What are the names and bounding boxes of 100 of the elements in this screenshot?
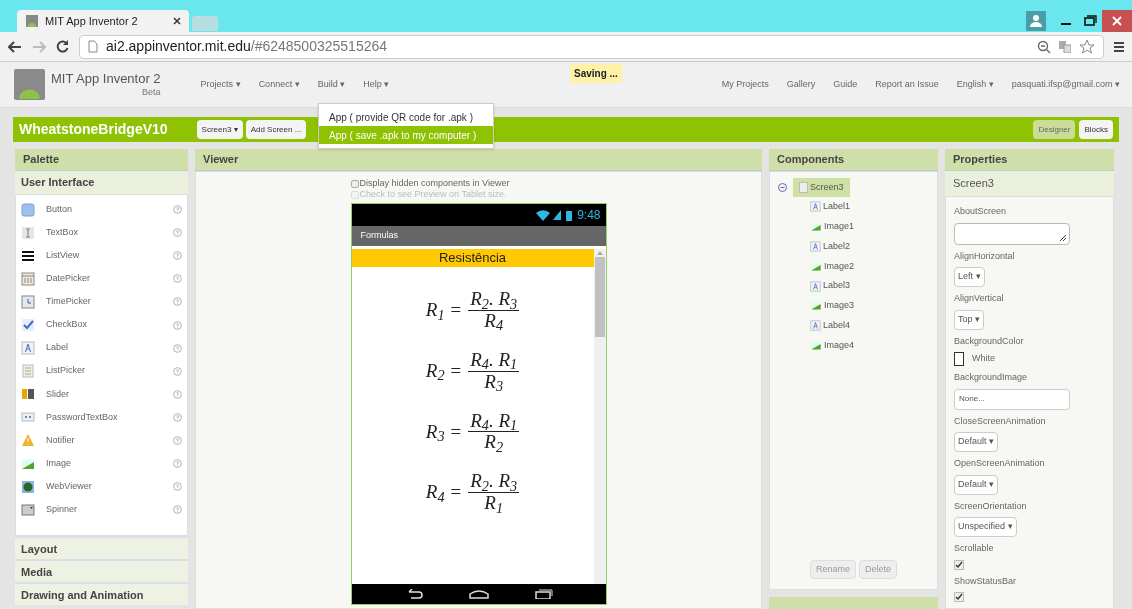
help-icon[interactable]	[173, 297, 182, 307]
star-icon[interactable]	[1079, 38, 1095, 55]
warning-icon	[21, 433, 35, 448]
palette-item[interactable]: Button	[16, 198, 187, 222]
property-label: AlignHorizontal	[954, 249, 1016, 263]
dropdown-icon	[21, 502, 35, 517]
palette-item[interactable]: TimePicker	[16, 290, 187, 314]
tree-item[interactable]: Image2	[810, 256, 937, 277]
palette-item[interactable]: Slider	[16, 382, 187, 406]
palette-item[interactable]: DatePicker	[16, 267, 187, 291]
forward-icon[interactable]	[32, 40, 46, 53]
globe-icon	[21, 479, 35, 494]
property-label: ShowStatusBar	[954, 574, 1018, 588]
dropdown-button[interactable]: Default ▾	[954, 474, 999, 495]
checkbox[interactable]	[350, 179, 359, 188]
scrollbar[interactable]	[593, 249, 606, 584]
image-icon	[810, 339, 822, 351]
help-icon[interactable]	[173, 412, 182, 422]
add-screen-button[interactable]: Add Screen ...	[245, 120, 307, 139]
tree-item[interactable]: Image3	[810, 296, 937, 316]
help-icon[interactable]	[173, 320, 182, 330]
dropdown-button[interactable]: Top ▾	[954, 309, 984, 330]
palette-item[interactable]: Spinner	[16, 498, 187, 522]
reload-icon[interactable]	[56, 40, 69, 53]
wifi-icon	[536, 209, 551, 221]
mode-tab[interactable]: Blocks	[1079, 120, 1113, 139]
palette-item[interactable]: Label	[16, 336, 187, 360]
help-icon[interactable]	[173, 274, 182, 284]
image-icon	[21, 456, 35, 471]
image-icon	[810, 221, 822, 233]
recent-apps-icon[interactable]	[534, 589, 553, 599]
translate-icon[interactable]	[1059, 40, 1071, 53]
property-label: CloseScreenAnimation	[954, 414, 1047, 428]
user-icon[interactable]	[1026, 11, 1046, 31]
header-link[interactable]: English ▾	[956, 77, 994, 92]
checkbox[interactable]	[954, 592, 964, 602]
menu-item[interactable]: Connect ▾	[258, 77, 300, 92]
battery-icon	[566, 209, 573, 221]
palette-item[interactable]: TextBox	[16, 221, 187, 245]
header-link[interactable]: Guide	[833, 77, 858, 92]
screen-dropdown[interactable]: Screen3 ▾	[196, 120, 243, 139]
header-link[interactable]: My Projects	[721, 77, 769, 92]
help-icon[interactable]	[173, 343, 182, 353]
help-icon[interactable]	[173, 228, 182, 238]
palette-item[interactable]: ListView	[16, 244, 187, 268]
component-name: Screen3	[945, 171, 1114, 196]
letter-icon	[810, 320, 821, 332]
property-label: OpenScreenAnimation	[954, 457, 1046, 470]
help-icon[interactable]	[173, 389, 182, 399]
text-area[interactable]	[954, 222, 1070, 245]
tree-item[interactable]: Screen3	[793, 178, 850, 197]
menu-item[interactable]: Projects ▾	[200, 77, 241, 92]
tree-item[interactable]: Label3	[810, 276, 937, 296]
text-field[interactable]: None...	[954, 388, 1070, 410]
help-icon[interactable]	[173, 251, 182, 261]
help-icon[interactable]	[173, 505, 182, 515]
tree-item[interactable]: Image1	[810, 216, 937, 237]
help-icon[interactable]	[173, 459, 182, 469]
close-icon[interactable]	[173, 17, 181, 25]
menu-icon[interactable]	[1114, 40, 1124, 53]
help-icon[interactable]	[173, 205, 182, 215]
calendar-icon	[21, 271, 35, 286]
menu-item[interactable]: Help ▾	[363, 77, 390, 92]
palette-item[interactable]: ListPicker	[16, 359, 187, 383]
browser-tab[interactable]: MIT App Inventor 2	[17, 10, 189, 32]
help-icon[interactable]	[173, 482, 182, 492]
header-link[interactable]: Report an Issue	[875, 77, 939, 92]
tree-item[interactable]: Label1	[810, 197, 937, 217]
palette-item[interactable]: Image	[16, 452, 187, 476]
palette-item[interactable]: CheckBox	[16, 313, 187, 337]
property-label: BackgroundColor	[954, 334, 1025, 348]
help-icon[interactable]	[173, 436, 182, 445]
menu-option[interactable]: App ( provide QR code for .apk )	[319, 108, 493, 126]
dropdown-button[interactable]: Default ▾	[954, 432, 999, 452]
menu-item[interactable]: Build ▾	[317, 77, 346, 92]
header-link[interactable]: pasquati.ifsp@gmail.com ▾	[1011, 77, 1120, 92]
tree-item[interactable]: Label2	[810, 236, 937, 257]
mode-tab[interactable]: Designer	[1033, 120, 1076, 139]
palette-group-header[interactable]: Media	[15, 559, 188, 583]
palette-group-header[interactable]: Drawing and Animation	[15, 582, 188, 606]
tree-item[interactable]: Label4	[810, 315, 937, 336]
tree-item[interactable]: Image4	[810, 335, 937, 356]
scroll-up-icon[interactable]	[596, 251, 603, 255]
help-icon[interactable]	[173, 366, 182, 376]
scrollbar-thumb[interactable]	[594, 257, 605, 337]
checkbox[interactable]	[954, 559, 964, 570]
color-swatch[interactable]	[954, 352, 964, 366]
zoom-out-icon[interactable]	[1037, 39, 1051, 54]
home-icon[interactable]	[468, 589, 489, 599]
palette-group-header[interactable]: Layout	[15, 536, 188, 560]
dropdown-button[interactable]: Unspecified ▾	[954, 517, 1017, 537]
palette-group-header[interactable]: User Interface	[15, 171, 188, 194]
palette-item[interactable]: Notifier	[16, 428, 187, 453]
back-icon[interactable]	[8, 40, 22, 53]
password-icon	[21, 410, 35, 425]
header-link[interactable]: Gallery	[786, 77, 816, 92]
palette-item[interactable]: WebViewer	[16, 475, 187, 499]
dropdown-button[interactable]: Left ▾	[954, 267, 985, 287]
palette-item[interactable]: PasswordTextBox	[16, 405, 187, 429]
address-bar[interactable]: ai2.appinventor.mit.edu/#6248500325515264	[79, 34, 1104, 59]
